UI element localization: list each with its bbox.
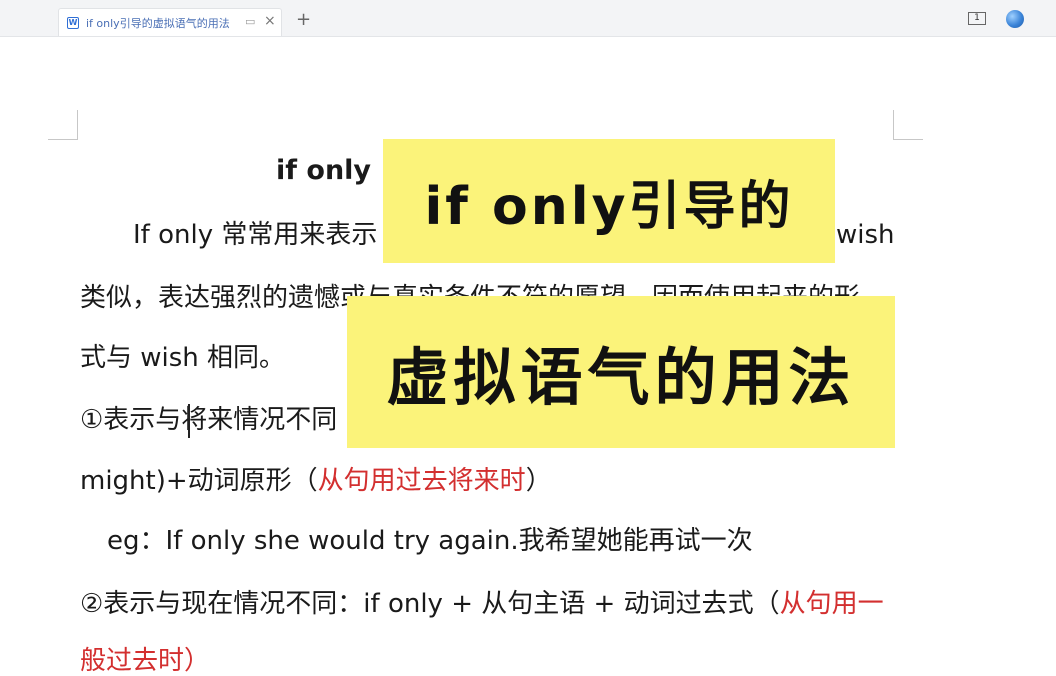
text-cursor — [188, 404, 190, 438]
red-note: 般过去时） — [80, 646, 211, 676]
paragraph-line: 式与 wish 相同。 — [80, 343, 286, 373]
tab-title: if only引导的虚拟语气的用法 — [86, 17, 230, 30]
line-text: might)+动词原形（ — [80, 466, 318, 496]
paragraph-line: might)+动词原形（从句用过去将来时） — [80, 466, 552, 496]
paragraph-line: If only 常常用来表示 — [133, 220, 378, 250]
document-heading: if only — [276, 155, 372, 186]
caption-overlay-1: if only引导的 — [383, 139, 835, 263]
tab-pin-icon[interactable]: ▭ — [245, 15, 255, 28]
new-tab-plus-icon[interactable]: + — [296, 11, 311, 29]
page-corner-marker — [893, 110, 923, 140]
red-note: 从句用一 — [779, 589, 884, 619]
globe-icon[interactable] — [1006, 10, 1024, 28]
document-tab[interactable]: W if only引导的虚拟语气的用法 ▭ × — [58, 8, 282, 36]
paragraph-line: ②表示与现在情况不同：if only + 从句主语 + 动词过去式（从句用一 — [80, 589, 884, 619]
example-line: eg：If only she would try again.我希望她能再试一次 — [107, 526, 753, 556]
page-corner-marker — [48, 110, 78, 140]
paragraph-line: ①表示与将来情况不同 — [80, 405, 338, 435]
caption-overlay-2: 虚拟语气的用法 — [347, 296, 895, 448]
line-text: ②表示与现在情况不同：if only + 从句主语 + 动词过去式（ — [80, 589, 780, 619]
word-doc-icon: W — [67, 17, 79, 29]
line-text: ） — [525, 466, 552, 496]
tab-close-icon[interactable]: × — [264, 13, 276, 29]
page-indicator-icon[interactable]: 1 — [968, 12, 986, 25]
title-bar: W if only引导的虚拟语气的用法 ▭ × + 1 — [0, 0, 1056, 37]
paragraph-line: wish — [836, 220, 895, 250]
red-note: 从句用过去将来时 — [317, 466, 526, 496]
